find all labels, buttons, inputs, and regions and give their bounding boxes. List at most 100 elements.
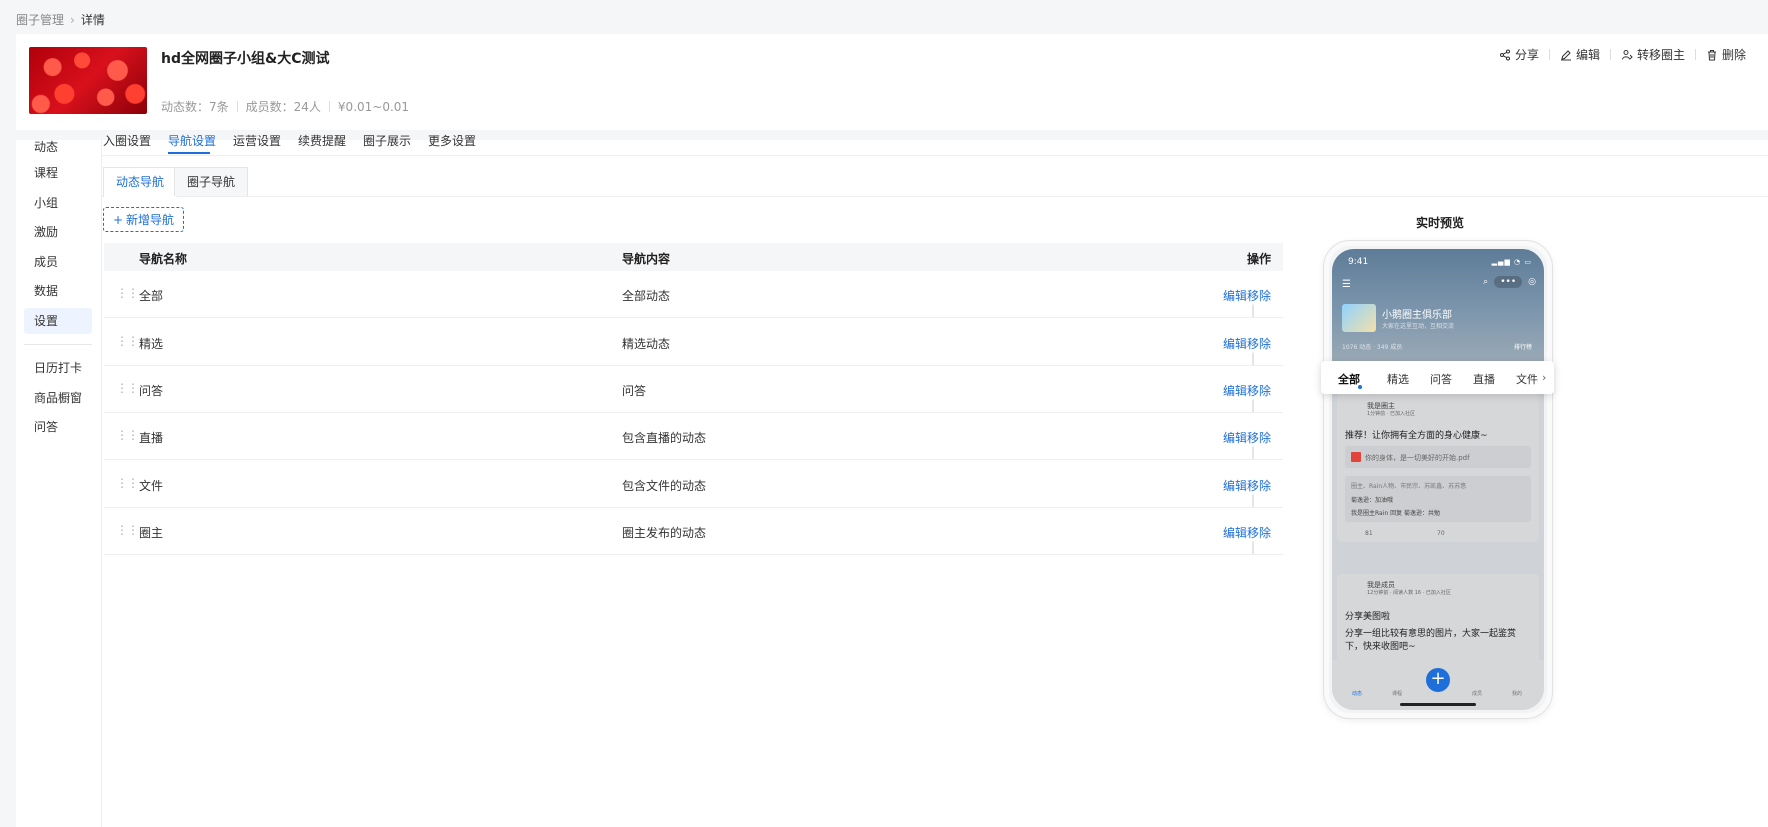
row-ops: 编辑 | 移除: [1222, 431, 1271, 459]
home-indicator: [1400, 703, 1476, 706]
preview-nav-tabs: 全部 精选 问答 直播 文件 ›: [1321, 361, 1554, 394]
drag-handle-icon[interactable]: ⋮⋮: [116, 476, 139, 490]
more-icon: •••: [1494, 276, 1523, 288]
delete-label: 删除: [1721, 48, 1746, 62]
sidenav-item-courses[interactable]: 课程: [24, 160, 92, 186]
tab-nav-settings[interactable]: 导航设置: [168, 132, 216, 149]
row-content: 圈主发布的动态: [622, 526, 707, 540]
remove-link[interactable]: 移除: [1247, 431, 1271, 445]
subtab-circle-nav[interactable]: 圈子导航: [174, 167, 249, 196]
subtab-feed-nav[interactable]: 动态导航: [103, 167, 178, 197]
nav-subtabs: 动态导航 圈子导航: [102, 156, 1768, 197]
edit-link[interactable]: 编辑: [1223, 431, 1247, 445]
tab-circle-display[interactable]: 圈子展示: [363, 132, 411, 149]
edit-link[interactable]: 编辑: [1223, 384, 1247, 398]
sidenav-item-feed[interactable]: 动态: [24, 134, 92, 160]
sidenav-item-incentives[interactable]: 激励: [24, 219, 92, 245]
preview-tab-qa: 问答: [1430, 373, 1452, 386]
drag-handle-icon[interactable]: ⋮⋮: [116, 381, 139, 395]
remove-link[interactable]: 移除: [1247, 289, 1271, 303]
divider: [328, 101, 330, 112]
preview-top-icons: ⌕ ••• ◎: [1483, 276, 1536, 288]
post-like-count: 81: [1365, 530, 1373, 537]
drag-handle-icon[interactable]: ⋮⋮: [116, 286, 139, 300]
edit-button[interactable]: 编辑: [1560, 46, 1600, 63]
edit-link[interactable]: 编辑: [1223, 526, 1247, 540]
post-comment: 我是圈主Rain 回复 菊逸逊：共勉: [1351, 510, 1440, 517]
chevron-right-icon: ›: [70, 12, 75, 27]
post-file-name: 你的身体，是一切美好的开始.pdf: [1365, 454, 1470, 462]
circle-cover-image: [29, 47, 147, 114]
edit-link[interactable]: 编辑: [1223, 289, 1247, 303]
post-text: 分享一组比较有意思的图片，大家一起鉴赏下，快来收图吧~: [1345, 629, 1517, 652]
divider: [1548, 49, 1550, 60]
remove-link[interactable]: 移除: [1247, 479, 1271, 493]
sidenav-item-qa[interactable]: 问答: [24, 414, 92, 440]
row-ops: 编辑 | 移除: [1222, 337, 1271, 365]
tab-join-settings[interactable]: 入圈设置: [103, 132, 151, 149]
preview-bottom-nav: 动态 课程 + 成员 我的: [1332, 660, 1544, 710]
preview-tab-all: 全部: [1338, 373, 1360, 386]
sidenav-item-calendar-checkin[interactable]: 日历打卡: [24, 355, 92, 381]
preview-rank: 排行榜: [1513, 344, 1532, 351]
breadcrumb-parent[interactable]: 圈子管理: [16, 11, 64, 28]
pdf-icon: [1351, 452, 1361, 462]
post-likes: 圈主、Rain人物、市民宗、苏凯鑫、苏苏悠: [1351, 483, 1467, 490]
preview-circle-avatar: [1342, 304, 1376, 332]
tab-renewal-reminder[interactable]: 续费提醒: [298, 132, 346, 149]
row-content: 精选动态: [622, 337, 671, 351]
sidenav-item-data[interactable]: 数据: [24, 278, 92, 304]
side-nav: 动态 课程 小组 激励 成员 数据 设置 日历打卡 商品橱窗 问答: [16, 140, 102, 827]
edit-link[interactable]: 编辑: [1223, 479, 1247, 493]
stat-members: 成员数：24人: [245, 100, 321, 114]
preview-tab-featured: 精选: [1387, 373, 1409, 386]
sidenav-item-members[interactable]: 成员: [24, 249, 92, 275]
table-row: ⋮⋮ 精选 精选动态 编辑 | 移除: [104, 319, 1283, 366]
chevron-right-icon: ›: [1542, 371, 1547, 384]
tab-ops-settings[interactable]: 运营设置: [233, 132, 281, 149]
tab-more-settings[interactable]: 更多设置: [428, 132, 476, 149]
sidenav-item-shop-window[interactable]: 商品橱窗: [24, 385, 92, 411]
drag-handle-icon[interactable]: ⋮⋮: [116, 428, 139, 442]
trash-icon: [1707, 49, 1716, 60]
edit-link[interactable]: 编辑: [1223, 337, 1247, 351]
drag-handle-icon[interactable]: ⋮⋮: [116, 334, 139, 348]
transfer-owner-button[interactable]: 转移圈主: [1621, 46, 1685, 63]
sidenav-divider: [24, 344, 92, 345]
row-name: 精选: [139, 337, 164, 351]
remove-link[interactable]: 移除: [1247, 384, 1271, 398]
row-name: 直播: [139, 431, 164, 445]
remove-link[interactable]: 移除: [1247, 337, 1271, 351]
preview-circle-meta: 1076 动态 · 349 成员: [1342, 344, 1403, 351]
share-label: 分享: [1514, 48, 1539, 62]
sidenav-item-settings[interactable]: 设置: [24, 308, 92, 334]
edit-icon: [1560, 49, 1571, 60]
circle-stats: 动态数：7条 成员数：24人 ¥0.01~0.01: [161, 98, 409, 115]
phone-screen: 9:41 ▂▄▆ ◔ ▭ ☰ ⌕ ••• ◎ 小鹅圈主俱乐部 大家在这里互动，互…: [1332, 249, 1544, 710]
table-row: ⋮⋮ 文件 包含文件的动态 编辑 | 移除: [104, 461, 1283, 508]
post-text: 推荐！让你拥有全方面的身心健康~: [1345, 431, 1488, 441]
post-title: 分享美图啦: [1345, 612, 1391, 622]
row-ops: 编辑 | 移除: [1222, 384, 1271, 412]
post-comment-count: 70: [1437, 530, 1445, 537]
divider: [236, 101, 238, 112]
bottom-nav-feed: 动态: [1352, 691, 1363, 697]
share-button[interactable]: 分享: [1499, 46, 1539, 63]
preview-circle-banner: 9:41 ▂▄▆ ◔ ▭ ☰ ⌕ ••• ◎ 小鹅圈主俱乐部 大家在这里互动，互…: [1332, 249, 1544, 361]
row-content: 包含文件的动态: [622, 479, 707, 493]
transfer-owner-label: 转移圈主: [1636, 48, 1685, 62]
remove-link[interactable]: 移除: [1247, 526, 1271, 540]
table-row: ⋮⋮ 圈主 圈主发布的动态 编辑 | 移除: [104, 508, 1283, 555]
edit-label: 编辑: [1575, 48, 1600, 62]
drag-handle-icon[interactable]: ⋮⋮: [116, 523, 139, 537]
active-dot: [1358, 385, 1362, 389]
bottom-nav-me: 我的: [1512, 691, 1523, 697]
row-ops: 编辑 | 移除: [1222, 289, 1271, 317]
sidenav-item-groups[interactable]: 小组: [24, 190, 92, 216]
user-transfer-icon: [1621, 49, 1633, 60]
row-ops: 编辑 | 移除: [1222, 479, 1271, 507]
table-header: 导航名称 导航内容 操作: [104, 243, 1283, 271]
delete-button[interactable]: 删除: [1706, 46, 1746, 63]
bottom-nav-courses: 课程: [1392, 691, 1403, 697]
add-nav-button[interactable]: + 新增导航: [103, 207, 184, 232]
